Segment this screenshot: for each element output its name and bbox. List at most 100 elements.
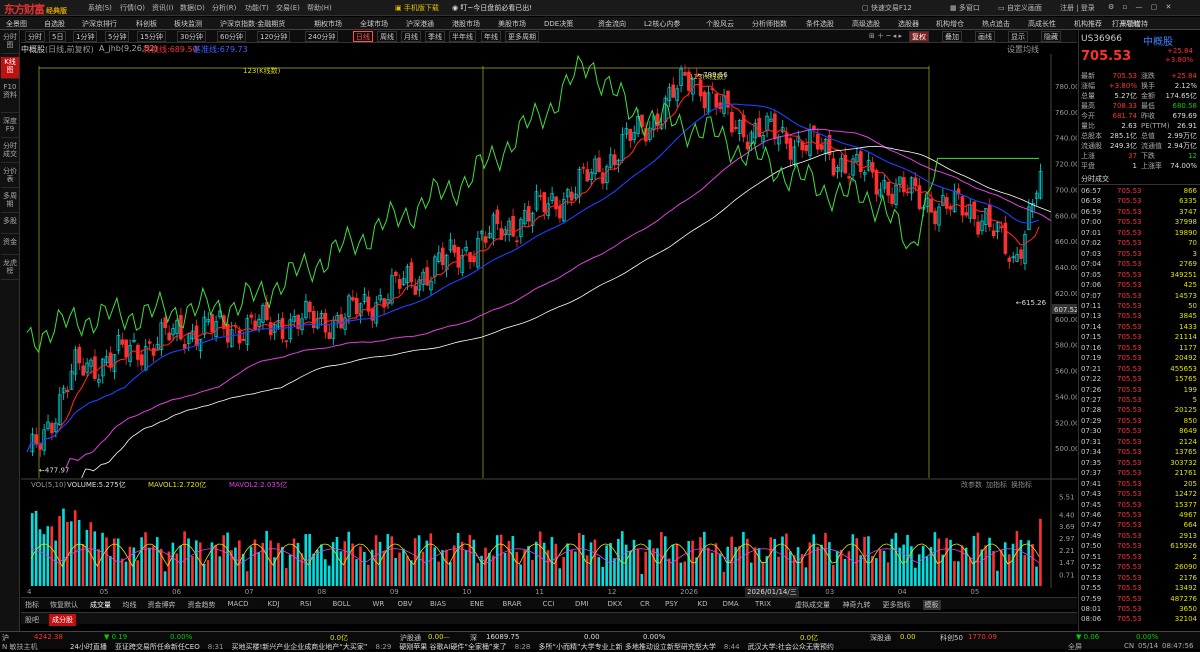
toolbar-right-button[interactable]: 显示 [1008, 31, 1028, 42]
indicator-tab[interactable]: 更多指标 [883, 600, 911, 610]
menu-market[interactable]: 行情(Q) [120, 3, 145, 13]
indicator-tab[interactable]: 资金博弈 [148, 600, 176, 610]
menubar-item[interactable]: DDE决策 [544, 19, 573, 29]
sidebar-tab[interactable]: K线图 [1, 57, 19, 79]
menubar-item[interactable]: 分析师指数 [752, 19, 787, 29]
indicator-tab[interactable]: KDJ [268, 600, 280, 608]
mobile-download-button[interactable]: ▣ 手机版下载 [395, 3, 439, 13]
indicator-tab[interactable]: PSY [665, 600, 678, 608]
indicator-tab[interactable]: 均线 [123, 600, 137, 610]
sidebar-tab[interactable]: 多股 [1, 216, 19, 234]
period-button[interactable]: 季线 [425, 31, 445, 42]
indicator-tab[interactable]: RSI [300, 600, 311, 608]
period-button[interactable]: 更多周期 [505, 31, 539, 42]
menu-data[interactable]: 数据(D) [180, 3, 205, 13]
sidebar-tab[interactable]: 深度F9 [1, 116, 19, 138]
menubar-item[interactable]: 全景图 [6, 19, 27, 29]
menubar-item[interactable]: 沪深京排行 [82, 19, 117, 29]
menubar-item[interactable]: L2核心内参 [644, 19, 680, 29]
sidebar-tab[interactable]: 资金 [1, 237, 19, 255]
period-button[interactable]: 15分钟 [137, 31, 166, 42]
menubar-item[interactable]: 全球市场 [360, 19, 388, 29]
menubar-item[interactable]: 高级选股 [852, 19, 880, 29]
indicator-tab[interactable]: OBV [398, 600, 413, 608]
indicator-tab[interactable]: DKX [608, 600, 623, 608]
multi-window-button[interactable]: ▦ 多窗口 [950, 3, 980, 13]
window-controls[interactable]: ⚙ ▫ — ▢ ✕ [1108, 3, 1174, 11]
period-button[interactable]: 日线 [353, 31, 373, 42]
notice-banner[interactable]: ◉ 叮~今日盘前必看已出! [452, 3, 532, 13]
indicator-tab[interactable]: BIAS [430, 600, 446, 608]
period-button[interactable]: 月线 [401, 31, 421, 42]
menu-trade[interactable]: 交易(E) [276, 3, 300, 13]
period-button[interactable]: 5分钟 [105, 31, 130, 42]
menubar-item[interactable]: 打开导航 [1112, 19, 1140, 29]
sidebar-tab[interactable]: 分时图 [1, 32, 19, 54]
indicator-tab[interactable]: BOLL [333, 600, 351, 608]
toolbar-right-button[interactable]: 叠加 [942, 31, 962, 42]
volume-chart[interactable]: VOL(5,10) VOLUME:5.275亿 MAVOL1:2.720亿 MAVOL… [21, 478, 1077, 588]
period-button[interactable]: 半年线 [449, 31, 476, 42]
sidebar-tab[interactable]: 分时成交 [1, 141, 19, 163]
fullscreen-button[interactable]: 全屏 [1068, 642, 1082, 652]
indicator-tab[interactable]: TRIX [755, 600, 771, 608]
indicator-tab[interactable]: 恢复默认 [50, 600, 78, 610]
ticks-list[interactable]: 06:57 705.53 866 06:58 705.53 6335 06:59 705.53… [1079, 186, 1200, 628]
tab-constituents[interactable]: 成分股 [49, 614, 76, 626]
custom-layout-button[interactable]: ▭ 自定义画面 [998, 3, 1042, 13]
menu-help[interactable]: 帮助(H) [307, 3, 332, 13]
period-button[interactable]: 240分钟 [305, 31, 339, 42]
menu-analysis[interactable]: 分析(R) [212, 3, 236, 13]
sidebar-tab[interactable]: F10资料 [1, 82, 19, 113]
indicator-tab[interactable]: 虚拟成交量 [795, 600, 830, 610]
indicator-tab[interactable]: BRAR [503, 600, 522, 608]
indicator-tab[interactable]: 成交量 [90, 600, 111, 610]
menubar-item[interactable]: 板块监测 [174, 19, 202, 29]
menubar-item[interactable]: 沪深京指数·金融期货 [220, 19, 285, 29]
menubar-item[interactable]: 自选股 [44, 19, 65, 29]
indicator-tab[interactable]: ENE [470, 600, 484, 608]
sidebar-tab[interactable]: 多周期 [1, 191, 19, 213]
indicator-tab[interactable]: 指标 [25, 600, 39, 610]
tab-guba[interactable]: 股吧 [25, 615, 39, 625]
menubar-item[interactable]: 选股器 [898, 19, 919, 29]
quick-trade-button[interactable]: ▢ 快速交易F12 [862, 3, 912, 13]
menubar-item[interactable]: 机构推荐 [1074, 19, 1102, 29]
menubar-item[interactable]: 沪深港通 [406, 19, 434, 29]
indicator-tab[interactable]: MACD [228, 600, 249, 608]
period-button[interactable]: 30分钟 [177, 31, 206, 42]
menu-info[interactable]: 资讯(I) [152, 3, 174, 13]
period-button[interactable]: 1分钟 [73, 31, 98, 42]
menubar-item[interactable]: 热点追击 [982, 19, 1010, 29]
period-button[interactable]: 年线 [481, 31, 501, 42]
period-button[interactable]: 60分钟 [217, 31, 246, 42]
toolbar-right-button[interactable]: 复权 [909, 31, 929, 42]
sidebar-tab[interactable]: 龙虎榜 [1, 258, 19, 280]
indicator-tab[interactable]: WR [373, 600, 385, 608]
menu-system[interactable]: 系统(S) [88, 3, 112, 13]
indicator-tab[interactable]: 模板 [922, 600, 941, 610]
menubar-item[interactable]: 港股市场 [452, 19, 480, 29]
indicator-tab[interactable]: CR [640, 600, 650, 608]
login-link[interactable]: 注册 | 登录 [1060, 3, 1095, 13]
toolbar-right-button[interactable]: 隐藏 [1041, 31, 1061, 42]
period-button[interactable]: 120分钟 [257, 31, 291, 42]
kline-chart[interactable]: 500.00 520.00 540.00 560.00 580.00 600.00 620.… [21, 54, 1077, 478]
menubar-item[interactable]: 美股市场 [498, 19, 526, 29]
toolbar-right-button[interactable]: 画线 [975, 31, 995, 42]
menubar-item[interactable]: 个股风云 [706, 19, 734, 29]
menubar-item[interactable]: 机构增仓 [936, 19, 964, 29]
indicator-tab[interactable]: CCI [543, 600, 555, 608]
sidebar-tab[interactable]: 分价表 [1, 166, 19, 188]
period-button[interactable]: 周线 [377, 31, 397, 42]
menubar-item[interactable]: 资金流向 [598, 19, 626, 29]
indicator-tab[interactable]: 资金趋势 [188, 600, 216, 610]
menubar-item[interactable]: 科创板 [136, 19, 157, 29]
period-button[interactable]: 分时 [25, 31, 45, 42]
menubar-item[interactable]: 期权市场 [314, 19, 342, 29]
indicator-tab[interactable]: KD [698, 600, 708, 608]
indicator-tab[interactable]: DMI [575, 600, 589, 608]
toolbar-icons[interactable]: ⊞ ＋ ─ ◂ ▸ [867, 31, 904, 42]
indicator-tab[interactable]: 神奇九转 [843, 600, 871, 610]
menubar-item[interactable]: 高成长性 [1028, 19, 1056, 29]
